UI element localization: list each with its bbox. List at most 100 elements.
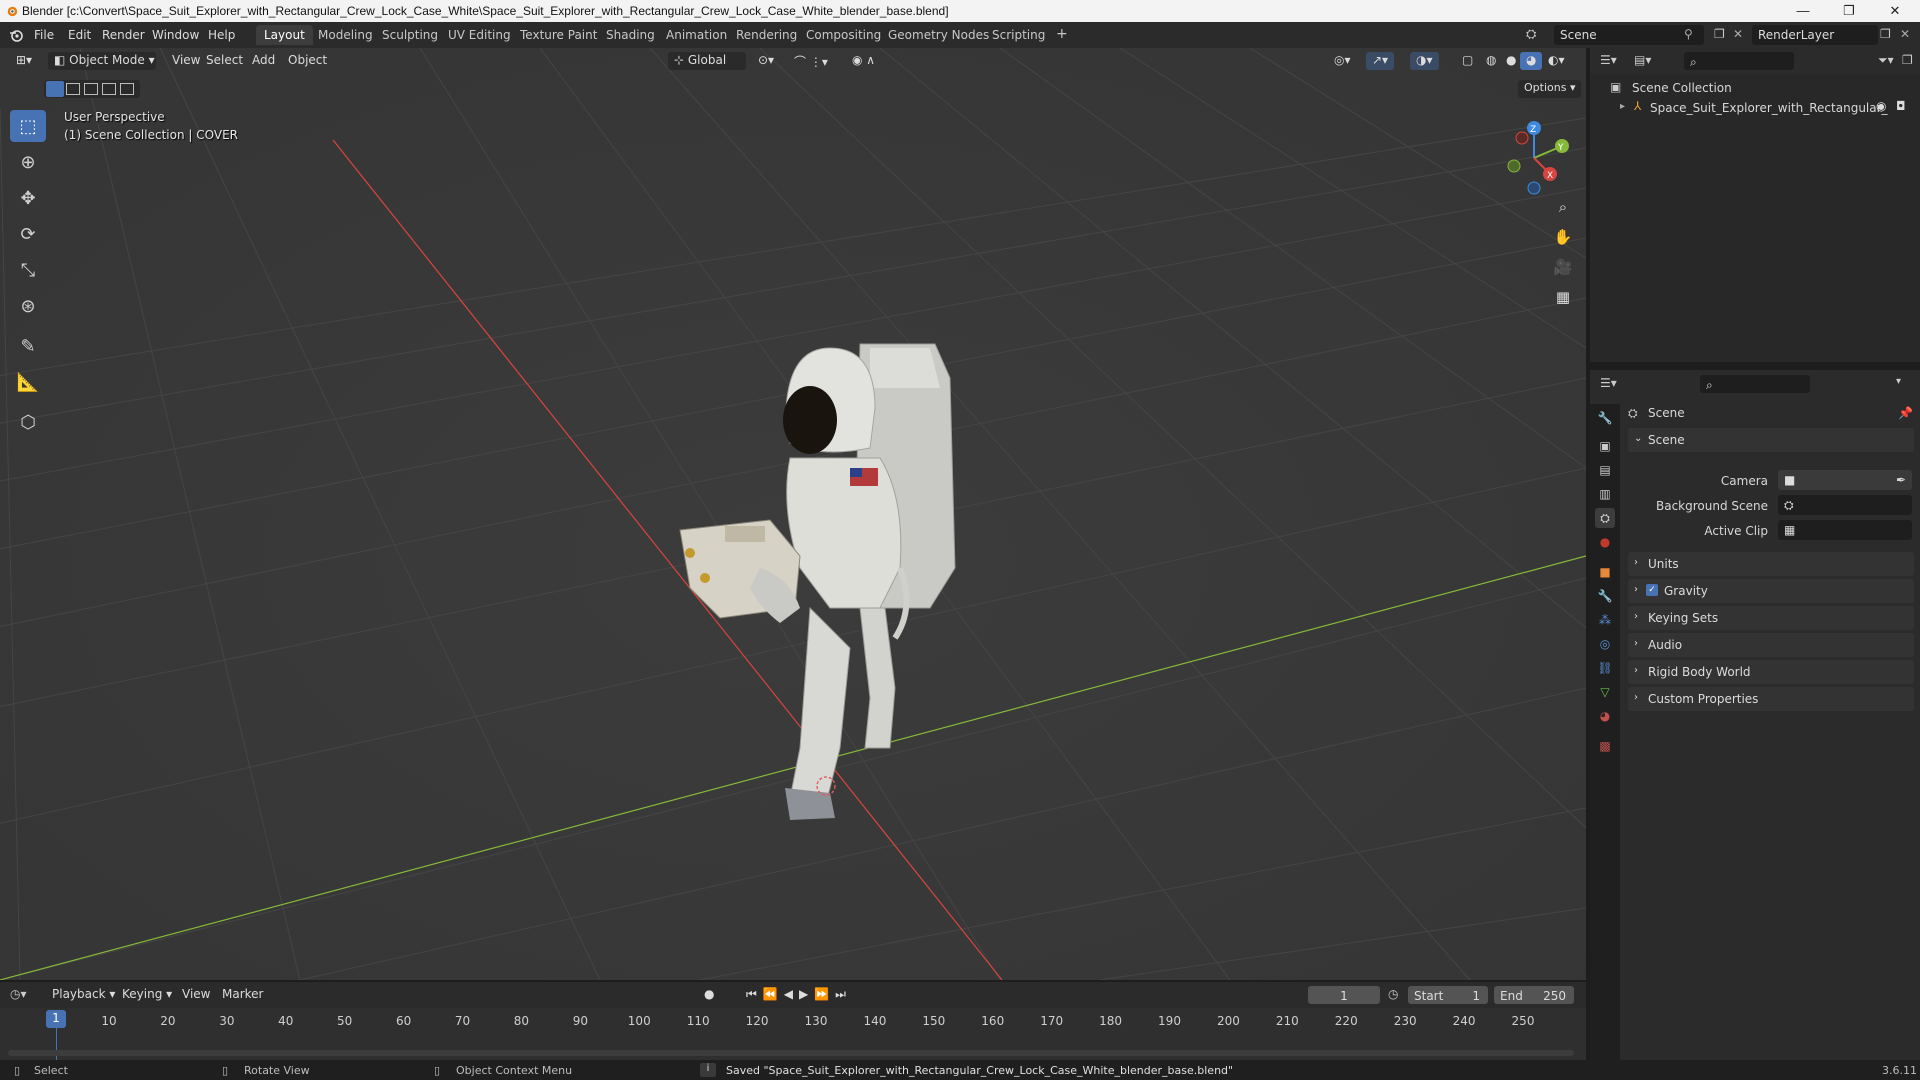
- visibility-eye-icon[interactable]: ◉: [1876, 99, 1886, 113]
- xray-icon[interactable]: ▢: [1456, 52, 1479, 70]
- delete-scene-icon[interactable]: ✕: [1733, 27, 1743, 41]
- tab-layout[interactable]: Layout: [256, 25, 313, 45]
- render-tab-icon[interactable]: ▣: [1595, 436, 1615, 456]
- mode-dropdown[interactable]: ◧ Object Mode ▾: [48, 52, 156, 70]
- camera-field[interactable]: ■ ✒: [1778, 470, 1912, 490]
- pin-icon[interactable]: 📌: [1898, 406, 1913, 420]
- status-message[interactable]: Saved "Space_Suit_Explorer_with_Rectangu…: [726, 1064, 1233, 1077]
- custom-properties-panel-header[interactable]: › Custom Properties: [1628, 687, 1914, 711]
- start-frame-field[interactable]: Start 1: [1408, 986, 1488, 1004]
- timeline-scrollbar[interactable]: [8, 1050, 1574, 1056]
- scene-selector[interactable]: Scene: [1554, 25, 1704, 45]
- new-collection-icon[interactable]: ❐: [1902, 53, 1913, 67]
- minimize-button[interactable]: —: [1780, 0, 1826, 22]
- end-frame-field[interactable]: End 250: [1494, 986, 1574, 1004]
- new-scene-icon[interactable]: ❐: [1714, 27, 1725, 41]
- scene-collection-label[interactable]: Scene Collection: [1632, 81, 1732, 95]
- proportional-edit-icon[interactable]: ◉ ∧: [846, 52, 881, 70]
- constraints-tab-icon[interactable]: ⛓: [1595, 658, 1615, 678]
- eyedropper-icon[interactable]: ✒: [1896, 473, 1906, 487]
- display-mode-icon[interactable]: ▤▾: [1634, 53, 1651, 67]
- menu-help[interactable]: Help: [208, 28, 235, 42]
- options-dropdown[interactable]: Options ▾: [1518, 80, 1582, 98]
- pivot-icon[interactable]: ⊙▾: [752, 52, 780, 70]
- rigid-body-panel-header[interactable]: › Rigid Body World: [1628, 660, 1914, 684]
- editor-type-icon[interactable]: ⊞▾: [10, 52, 38, 70]
- view-layer-tab-icon[interactable]: ▥: [1595, 484, 1615, 504]
- menu-select[interactable]: Select: [200, 52, 249, 70]
- background-scene-field[interactable]: ⛭: [1778, 495, 1912, 515]
- blender-menu-icon[interactable]: [8, 27, 24, 43]
- scene-browse-icon[interactable]: ⛭: [1526, 27, 1536, 42]
- select-extend-icon[interactable]: [66, 83, 80, 95]
- modifier-tab-icon[interactable]: 🔧: [1595, 586, 1615, 606]
- record-icon[interactable]: ●: [704, 987, 714, 1001]
- rotate-tool[interactable]: ⟳: [10, 218, 46, 250]
- render-layer-selector[interactable]: RenderLayer: [1752, 25, 1878, 45]
- gravity-panel-header[interactable]: › ✓ Gravity: [1628, 579, 1914, 603]
- material-shading-icon[interactable]: ◕: [1520, 52, 1543, 70]
- menu-edit[interactable]: Edit: [68, 28, 91, 42]
- close-button[interactable]: ✕: [1872, 0, 1918, 22]
- outliner-item-label[interactable]: Space_Suit_Explorer_with_Rectangular_: [1650, 101, 1888, 115]
- overlay-toggle-icon[interactable]: ◑▾: [1410, 52, 1439, 70]
- select-new-icon[interactable]: [46, 81, 64, 97]
- tool-tab-icon[interactable]: 🔧: [1595, 408, 1615, 428]
- visibility-icon[interactable]: ◎▾: [1328, 52, 1357, 70]
- select-subtract-icon[interactable]: [84, 83, 98, 95]
- menu-timeline-view[interactable]: View: [176, 986, 216, 1004]
- tab-modeling[interactable]: Modeling: [310, 25, 381, 45]
- annotate-tool[interactable]: ✎: [10, 330, 46, 362]
- select-intersect-icon[interactable]: [120, 83, 134, 95]
- pan-hand-icon[interactable]: ✋: [1550, 224, 1576, 250]
- menu-window[interactable]: Window: [152, 28, 199, 42]
- measure-tool[interactable]: 📐: [10, 366, 46, 398]
- tab-geometry-nodes[interactable]: Geometry Nodes: [880, 25, 997, 45]
- select-invert-icon[interactable]: [102, 83, 116, 95]
- add-workspace-button[interactable]: +: [1048, 25, 1076, 45]
- outliner-editor-icon[interactable]: ☰▾: [1600, 53, 1617, 67]
- audio-panel-header[interactable]: › Audio: [1628, 633, 1914, 657]
- navigation-gizmo[interactable]: Z Y X: [1490, 114, 1574, 198]
- texture-tab-icon[interactable]: ▩: [1595, 736, 1615, 756]
- tab-sculpting[interactable]: Sculpting: [374, 25, 446, 45]
- keying-sets-panel-header[interactable]: › Keying Sets: [1628, 606, 1914, 630]
- preview-range-icon[interactable]: ◷: [1388, 987, 1398, 1001]
- tab-uv-editing[interactable]: UV Editing: [440, 25, 519, 45]
- menu-file[interactable]: File: [34, 28, 54, 42]
- tab-scripting[interactable]: Scripting: [984, 25, 1053, 45]
- physics-tab-icon[interactable]: ◎: [1595, 634, 1615, 654]
- scale-tool[interactable]: ⤡: [10, 254, 46, 286]
- tab-compositing[interactable]: Compositing: [798, 25, 889, 45]
- current-frame-field[interactable]: 1: [1308, 986, 1380, 1004]
- panel-divider[interactable]: [1590, 362, 1920, 366]
- filter-icon[interactable]: ⏷▾: [1878, 53, 1894, 68]
- snap-icon[interactable]: ⌒ ⋮▾: [788, 52, 834, 70]
- menu-marker[interactable]: Marker: [216, 986, 269, 1004]
- select-box-tool[interactable]: ⬚: [10, 110, 46, 142]
- new-layer-icon[interactable]: ❐: [1880, 27, 1891, 41]
- data-tab-icon[interactable]: ▽: [1595, 682, 1615, 702]
- tab-animation[interactable]: Animation: [658, 25, 735, 45]
- tab-texture-paint[interactable]: Texture Paint: [512, 25, 605, 45]
- units-panel-header[interactable]: › Units: [1628, 552, 1914, 576]
- scene-tab-icon[interactable]: ⛭: [1595, 508, 1615, 528]
- expand-arrow-icon[interactable]: ▸: [1620, 101, 1625, 112]
- outliner-search-input[interactable]: ⌕: [1684, 52, 1794, 70]
- tab-rendering[interactable]: Rendering: [728, 25, 805, 45]
- menu-playback[interactable]: Playback ▾: [46, 986, 121, 1004]
- move-tool[interactable]: ✥: [10, 182, 46, 214]
- properties-search-input[interactable]: ⌕: [1700, 375, 1810, 393]
- playhead-frame-indicator[interactable]: 1: [46, 1010, 66, 1028]
- timeline-editor-icon[interactable]: ◷▾: [10, 987, 27, 1001]
- menu-render[interactable]: Render: [102, 28, 145, 42]
- tab-shading[interactable]: Shading: [598, 25, 663, 45]
- playback-controls[interactable]: ⏮⏪◀▶⏩⏭: [746, 987, 852, 1002]
- zoom-icon[interactable]: ⌕: [1550, 194, 1576, 220]
- ortho-toggle-icon[interactable]: ▦: [1550, 284, 1576, 310]
- pin-scene-icon[interactable]: ⚲: [1684, 27, 1693, 41]
- active-clip-field[interactable]: ▦: [1778, 520, 1912, 540]
- output-tab-icon[interactable]: ▤: [1595, 460, 1615, 480]
- menu-add[interactable]: Add: [246, 52, 281, 70]
- gizmo-toggle-icon[interactable]: ↗▾: [1366, 52, 1395, 70]
